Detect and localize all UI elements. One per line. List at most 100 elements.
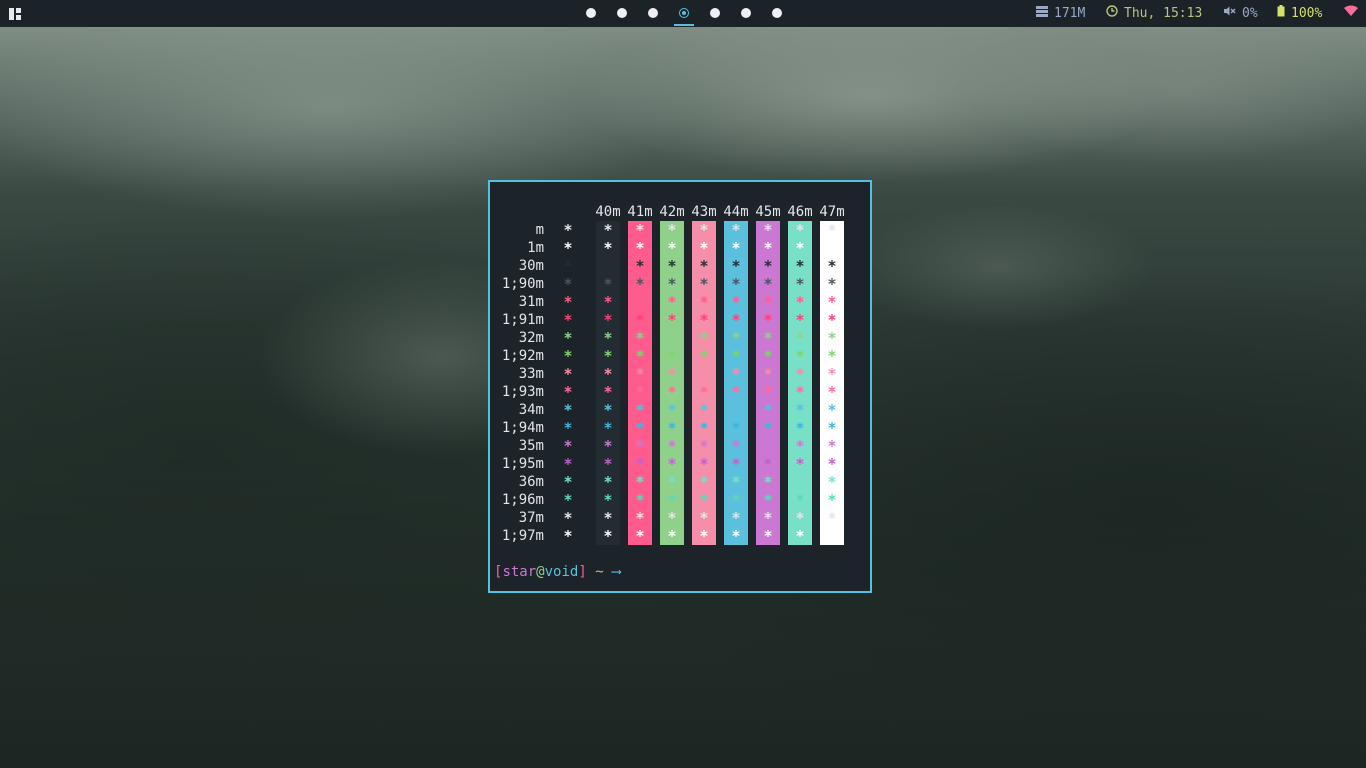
workspace-3-button[interactable] (648, 8, 658, 18)
color-sample-star: * (635, 509, 645, 527)
color-sample-star: * (731, 329, 741, 347)
color-sample-star: * (603, 257, 613, 275)
shell-prompt[interactable]: [star@void] ~ ⟶ (494, 563, 621, 581)
clock-indicator[interactable]: Thu, 15:13 (1106, 0, 1202, 27)
color-sample-star: * (667, 221, 677, 239)
row-label: 30m (518, 258, 544, 274)
row-label: 1;95m (501, 456, 544, 472)
color-sample-star: * (563, 419, 573, 437)
color-sample-star: * (667, 293, 677, 311)
color-sample-star: * (563, 437, 573, 455)
color-sample-star: * (763, 239, 773, 257)
color-sample-star: * (731, 419, 741, 437)
color-sample-star: * (763, 509, 773, 527)
color-sample-star: * (563, 221, 573, 239)
color-sample-star: * (603, 383, 613, 401)
color-sample-star: * (603, 509, 613, 527)
color-sample-star: * (763, 293, 773, 311)
color-sample-star: * (763, 527, 773, 545)
color-sample-star: * (603, 311, 613, 329)
color-sample-star: * (667, 383, 677, 401)
color-sample-star: * (635, 239, 645, 257)
color-sample-star: * (603, 527, 613, 545)
prompt-cwd: ~ (595, 564, 604, 580)
color-sample-star: * (699, 383, 709, 401)
color-sample-star: * (603, 221, 613, 239)
workspace-5-button[interactable] (710, 8, 720, 18)
color-sample-star: * (563, 365, 573, 383)
row-label: 36m (518, 474, 544, 490)
volume-value: 0% (1242, 6, 1258, 21)
color-sample-star: * (827, 437, 837, 455)
color-sample-star: * (635, 257, 645, 275)
color-sample-star: * (827, 221, 837, 239)
color-sample-star: * (763, 455, 773, 473)
workspace-1-button[interactable] (586, 8, 596, 18)
row-label: 33m (518, 366, 544, 382)
app-menu-icon[interactable] (9, 8, 21, 20)
row-label: 1;90m (501, 276, 544, 292)
color-sample-star: * (635, 437, 645, 455)
color-sample-star: * (763, 365, 773, 383)
color-sample-star: * (699, 437, 709, 455)
color-sample-star: * (795, 311, 805, 329)
color-sample-star: * (827, 401, 837, 419)
color-sample-star: * (827, 509, 837, 527)
color-sample-star: * (667, 455, 677, 473)
workspace-switcher (580, 0, 790, 27)
color-sample-star: * (667, 419, 677, 437)
color-sample-star: * (763, 419, 773, 437)
color-sample-star: * (635, 221, 645, 239)
clock-icon (1106, 0, 1118, 27)
color-sample-star: * (699, 293, 709, 311)
color-sample-star: * (795, 383, 805, 401)
color-sample-star: * (763, 473, 773, 491)
color-sample-star: * (731, 347, 741, 365)
memory-icon (1036, 0, 1048, 27)
wifi-indicator[interactable] (1344, 0, 1364, 27)
column-header: 41m (627, 204, 653, 220)
row-label: 35m (518, 438, 544, 454)
color-sample-star: * (699, 329, 709, 347)
color-sample-star: * (763, 347, 773, 365)
workspace-4-button[interactable] (679, 8, 689, 18)
color-sample-star: * (603, 347, 613, 365)
color-sample-star: * (635, 311, 645, 329)
color-sample-star: * (827, 491, 837, 509)
volume-indicator[interactable]: 0% (1223, 0, 1258, 27)
color-sample-star: * (563, 347, 573, 365)
color-sample-star: * (795, 527, 805, 545)
color-sample-star: * (667, 527, 677, 545)
workspace-7-button[interactable] (772, 8, 782, 18)
color-sample-star: * (563, 527, 573, 545)
color-sample-star: * (635, 329, 645, 347)
color-sample-star: * (827, 527, 837, 545)
row-label: 1;93m (501, 384, 544, 400)
color-sample-star: * (603, 275, 613, 293)
terminal-window[interactable]: [star@void] ~ ⟶ 40m 41m 42m 43m 44m 45m 46m 47m… (488, 180, 872, 593)
row-label: 1m (527, 240, 544, 256)
wifi-icon (1344, 0, 1358, 27)
column-header: 42m (659, 204, 685, 220)
volume-muted-icon (1223, 0, 1236, 27)
color-sample-star: * (635, 527, 645, 545)
color-sample-star: * (795, 221, 805, 239)
column-header: 43m (691, 204, 717, 220)
prompt-at: @ (536, 564, 545, 580)
row-label: 31m (518, 294, 544, 310)
color-sample-star: * (603, 293, 613, 311)
color-sample-star: * (795, 437, 805, 455)
workspace-2-button[interactable] (617, 8, 627, 18)
workspace-6-button[interactable] (741, 8, 751, 18)
column-header: 46m (787, 204, 813, 220)
battery-value: 100% (1291, 6, 1323, 21)
color-sample-star: * (635, 419, 645, 437)
color-sample-star: * (731, 275, 741, 293)
color-sample-star: * (731, 221, 741, 239)
color-sample-star: * (795, 275, 805, 293)
color-sample-star: * (699, 509, 709, 527)
color-sample-star: * (699, 257, 709, 275)
color-sample-star: * (667, 329, 677, 347)
column-header: 40m (595, 204, 621, 220)
color-sample-star: * (795, 419, 805, 437)
